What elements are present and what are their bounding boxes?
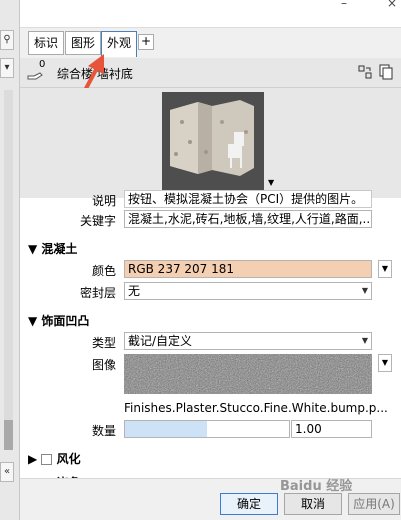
color-options-button[interactable]: ▼ [378, 260, 392, 278]
keywords-label: 关键字 [79, 214, 116, 228]
description-field[interactable]: 按钮、模拟混凝土协会（PCI）提供的图片。 [124, 190, 372, 208]
weathering-checkbox[interactable] [41, 454, 53, 465]
type-dropdown[interactable]: 截记/自定义 ▼ [124, 332, 372, 350]
minimize-icon[interactable]: – [334, 0, 354, 10]
amount-slider-fill [125, 421, 207, 437]
left-panel-strip: ⚲ ▾ « [0, 0, 20, 520]
concrete-section-title: 混凝土 [41, 242, 78, 256]
sealant-dropdown[interactable]: 无 ▼ [124, 282, 372, 300]
sealant-label: 密封层 [79, 286, 116, 300]
preview-area: ▼ [20, 88, 401, 198]
description-label: 说明 [91, 194, 116, 208]
material-preview-image [162, 92, 264, 190]
chevron-down-icon[interactable]: ▾ [0, 58, 14, 78]
watermark: Baidu 经验 [280, 479, 353, 494]
color-field[interactable]: RGB 237 207 181 [124, 260, 372, 278]
properties-panel: 说明 按钮、模拟混凝土协会（PCI）提供的图片。 关键字 混凝土,水泥,砖石,地… [20, 190, 401, 490]
add-tab-button[interactable]: + [138, 34, 154, 50]
duplicate-asset-icon[interactable] [378, 63, 394, 81]
finish-bump-section-title: 饰面凹凸 [41, 314, 90, 328]
sealant-value: 无 [128, 284, 141, 298]
image-label: 图像 [91, 358, 116, 372]
weathering-section-toggle[interactable]: ▶ 风化 [28, 450, 81, 467]
chevron-down-icon: ▼ [361, 336, 368, 345]
color-label: 颜色 [91, 264, 116, 278]
bump-texture-image[interactable] [124, 354, 372, 394]
preview-options-arrow[interactable]: ▼ [268, 178, 274, 187]
tab-identity[interactable]: 标识 [28, 31, 65, 55]
user-count: 0 [39, 59, 46, 70]
chevron-down-icon: ▼ [361, 286, 368, 295]
ok-button[interactable]: 确定 [220, 493, 278, 515]
image-filename: Finishes.Plaster.Stucco.Fine.White.bump.… [124, 401, 388, 415]
scrollbar-track[interactable] [4, 90, 13, 430]
close-icon[interactable]: × [382, 0, 401, 10]
cancel-button[interactable]: 取消 [284, 493, 342, 515]
image-options-button[interactable]: ▼ [378, 354, 392, 372]
amount-label: 数量 [91, 424, 116, 438]
type-value: 截记/自定义 [128, 334, 193, 348]
finish-bump-section-toggle[interactable]: ▼ 饰面凹凸 [28, 312, 89, 329]
type-label: 类型 [91, 336, 116, 350]
amount-slider[interactable] [124, 420, 290, 438]
dialog-footer: 确定 取消 应用(A) Baidu 经验 [20, 478, 401, 520]
amount-value-field[interactable]: 1.00 [291, 420, 372, 438]
replace-asset-icon[interactable] [357, 64, 373, 80]
weathering-section-title: 风化 [56, 452, 81, 466]
concrete-section-toggle[interactable]: ▼ 混凝土 [28, 240, 77, 257]
title-bar: – × [20, 0, 401, 28]
search-icon[interactable]: ⚲ [0, 30, 14, 50]
collapse-left-icon[interactable]: « [0, 462, 14, 482]
texture-noise [124, 354, 372, 394]
keywords-field[interactable]: 混凝土,水泥,砖石,地板,墙,纹理,人行道,路面,... [124, 210, 372, 228]
apply-button[interactable]: 应用(A) [348, 493, 400, 515]
scrollbar-thumb[interactable] [4, 420, 13, 450]
